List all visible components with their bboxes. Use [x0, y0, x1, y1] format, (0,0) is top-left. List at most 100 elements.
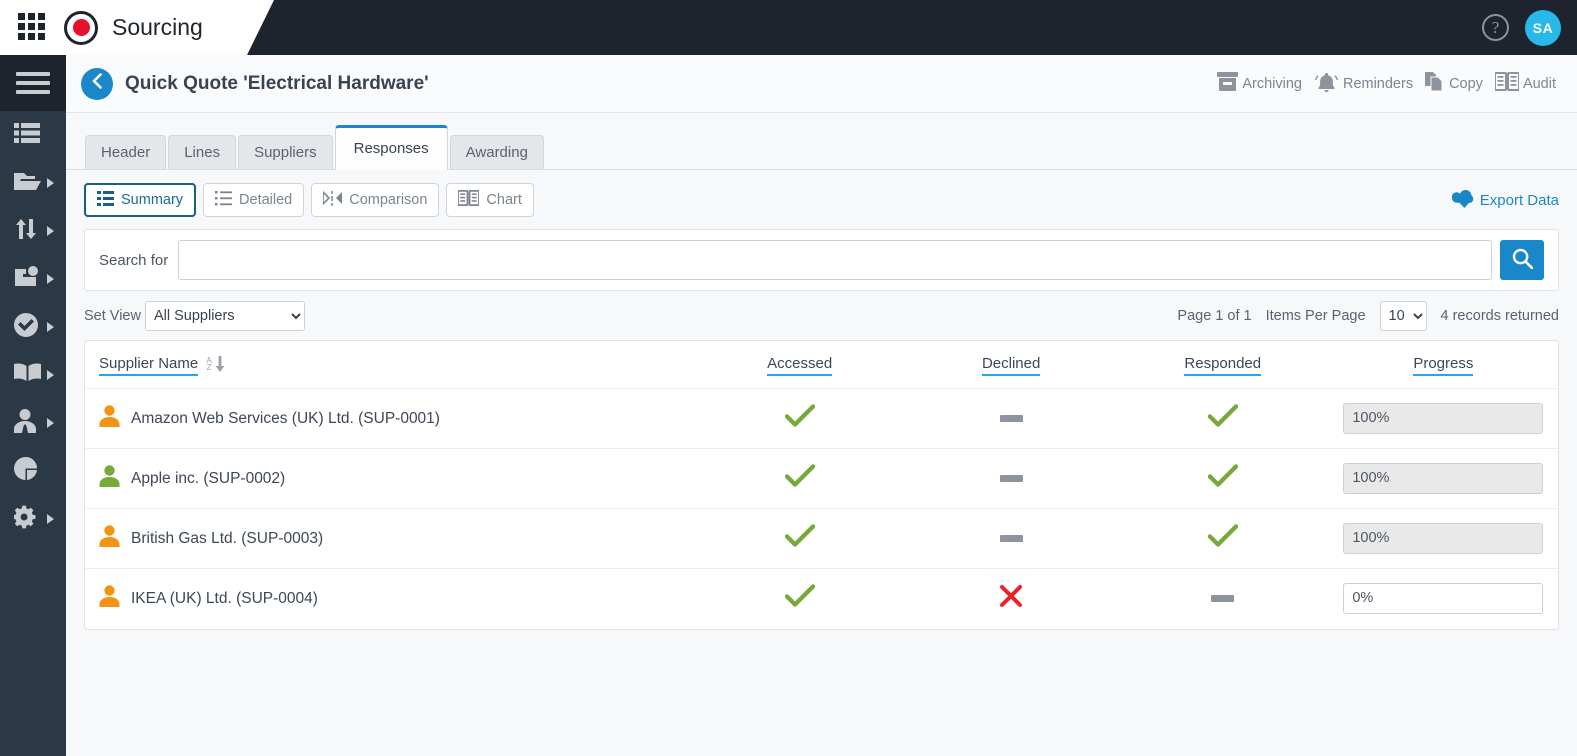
column-header-progress[interactable]: Progress: [1329, 341, 1558, 389]
transfer-arrows-icon: [14, 217, 38, 246]
supplier-person-icon: [99, 525, 120, 552]
comparison-icon: [322, 189, 343, 210]
sidebar-item-suppliers[interactable]: [0, 399, 66, 447]
table-header-row: Supplier Name AZ Accessed Declined Respo…: [85, 341, 1558, 389]
column-label: Responded: [1184, 355, 1262, 376]
top-bar: Sourcing ? SA: [0, 0, 1577, 55]
view-chart-button[interactable]: Chart: [446, 183, 534, 217]
audit-button[interactable]: Audit: [1490, 72, 1561, 95]
gear-icon: [12, 505, 38, 534]
set-view-select[interactable]: All Suppliers: [144, 301, 305, 331]
declined-dash-icon: [999, 474, 1023, 482]
items-per-page-select[interactable]: 10: [1379, 301, 1427, 331]
cell-supplier-name[interactable]: IKEA (UK) Ltd. (SUP-0004): [85, 569, 694, 629]
cell-supplier-name[interactable]: Amazon Web Services (UK) Ltd. (SUP-0001): [85, 389, 694, 449]
supplier-name-label: Amazon Web Services (UK) Ltd. (SUP-0001): [131, 409, 440, 427]
question-mark-icon[interactable]: ?: [1482, 14, 1509, 41]
column-header-supplier-name[interactable]: Supplier Name AZ: [85, 341, 694, 389]
archiving-button[interactable]: Archiving: [1212, 72, 1307, 95]
avatar[interactable]: SA: [1525, 9, 1561, 46]
view-comparison-button[interactable]: Comparison: [311, 183, 440, 217]
accessed-check-icon: [784, 404, 815, 432]
sidebar-item-catalogue[interactable]: [0, 351, 66, 399]
cell-supplier-name[interactable]: Apple inc. (SUP-0002): [85, 449, 694, 509]
chevron-right-icon: [47, 226, 54, 236]
summary-list-icon: [97, 190, 114, 210]
sidebar-item-create[interactable]: [0, 255, 66, 303]
tab-suppliers[interactable]: Suppliers: [238, 135, 333, 169]
table-row[interactable]: IKEA (UK) Ltd. (SUP-0004) 0%: [85, 568, 1558, 629]
tab-lines[interactable]: Lines: [168, 135, 237, 169]
app-tab[interactable]: Sourcing: [0, 0, 274, 55]
cell-declined: [905, 569, 1116, 629]
supplier-name-label: IKEA (UK) Ltd. (SUP-0004): [131, 589, 318, 607]
column-header-declined[interactable]: Declined: [905, 341, 1116, 389]
table-row[interactable]: British Gas Ltd. (SUP-0003) 100%: [85, 508, 1558, 569]
chevron-right-icon: [47, 370, 54, 380]
page-content: Quick Quote 'Electrical Hardware' Archiv…: [66, 55, 1577, 756]
search-panel: Search for: [84, 229, 1559, 291]
sidebar-item-settings[interactable]: [0, 495, 66, 543]
set-view-label: Set View: [84, 308, 141, 324]
pie-chart-icon: [14, 457, 37, 485]
sidebar-item-approvals[interactable]: [0, 303, 66, 351]
tab-awarding[interactable]: Awarding: [449, 135, 544, 169]
search-button[interactable]: [1500, 240, 1544, 280]
table-row[interactable]: Apple inc. (SUP-0002) 100%: [85, 448, 1558, 509]
sidebar-item-projects[interactable]: [0, 159, 66, 207]
list-controls-bar: Set View All Suppliers Page 1 of 1 Items…: [66, 291, 1577, 340]
cell-supplier-name[interactable]: British Gas Ltd. (SUP-0003): [85, 509, 694, 569]
export-data-label: Export Data: [1479, 191, 1559, 209]
detailed-list-icon: [215, 190, 233, 210]
cell-responded: [1117, 449, 1329, 509]
tab-bar: Header Lines Suppliers Responses Awardin…: [66, 113, 1577, 170]
cell-accessed: [694, 449, 906, 509]
table-row[interactable]: Amazon Web Services (UK) Ltd. (SUP-0001)…: [85, 388, 1558, 449]
folder-open-icon: [14, 170, 41, 197]
reminders-button[interactable]: Reminders: [1309, 72, 1418, 96]
copy-button[interactable]: Copy: [1420, 72, 1488, 95]
sort-az-down-icon[interactable]: AZ: [206, 356, 225, 373]
chevron-right-icon: [47, 274, 54, 284]
responses-table: Supplier Name AZ Accessed Declined Respo…: [84, 340, 1559, 630]
tab-responses[interactable]: Responses: [334, 125, 448, 170]
chevron-right-icon: [47, 322, 54, 332]
view-summary-label: Summary: [121, 192, 184, 208]
progress-value: 100%: [1343, 463, 1544, 494]
open-book-icon: [14, 363, 41, 388]
column-header-responded[interactable]: Responded: [1117, 341, 1329, 389]
page-header: Quick Quote 'Electrical Hardware' Archiv…: [66, 55, 1577, 113]
archive-box-icon: [1217, 72, 1239, 95]
app-grid-icon[interactable]: [18, 12, 48, 43]
search-input[interactable]: [178, 240, 1492, 280]
column-header-accessed[interactable]: Accessed: [694, 341, 906, 389]
table-body: Amazon Web Services (UK) Ltd. (SUP-0001)…: [85, 388, 1558, 629]
column-label: Supplier Name: [99, 355, 199, 376]
back-button[interactable]: [81, 67, 113, 100]
column-label: Declined: [981, 355, 1041, 376]
tab-header[interactable]: Header: [85, 135, 167, 169]
records-returned: 4 records returned: [1440, 308, 1559, 324]
supplier-name-label: British Gas Ltd. (SUP-0003): [131, 529, 324, 547]
view-detailed-button[interactable]: Detailed: [203, 183, 305, 217]
chart-book-icon: [457, 189, 481, 210]
pagination-controls: Page 1 of 1 Items Per Page 10 4 records …: [1177, 301, 1559, 331]
accessed-check-icon: [784, 464, 815, 492]
export-data-button[interactable]: Export Data: [1451, 188, 1559, 212]
column-label: Progress: [1413, 355, 1474, 376]
cell-progress: 100%: [1329, 509, 1558, 569]
cloud-download-icon: [1451, 188, 1477, 212]
copy-pages-icon: [1425, 72, 1445, 95]
progress-value: 100%: [1343, 523, 1544, 554]
page-info: Page 1 of 1: [1177, 308, 1252, 324]
supplier-name-label: Apple inc. (SUP-0002): [131, 469, 286, 487]
supplier-person-icon: [99, 465, 120, 492]
sidebar-item-reports[interactable]: [0, 447, 66, 495]
sidebar-item-dashboard[interactable]: [0, 111, 66, 159]
chevron-right-icon: [47, 514, 54, 524]
hamburger-menu-icon[interactable]: [0, 55, 66, 111]
sidebar-item-transfers[interactable]: [0, 207, 66, 255]
view-summary-button[interactable]: Summary: [84, 183, 197, 217]
chevron-right-icon: [47, 178, 54, 188]
supplier-person-icon: [99, 585, 120, 612]
